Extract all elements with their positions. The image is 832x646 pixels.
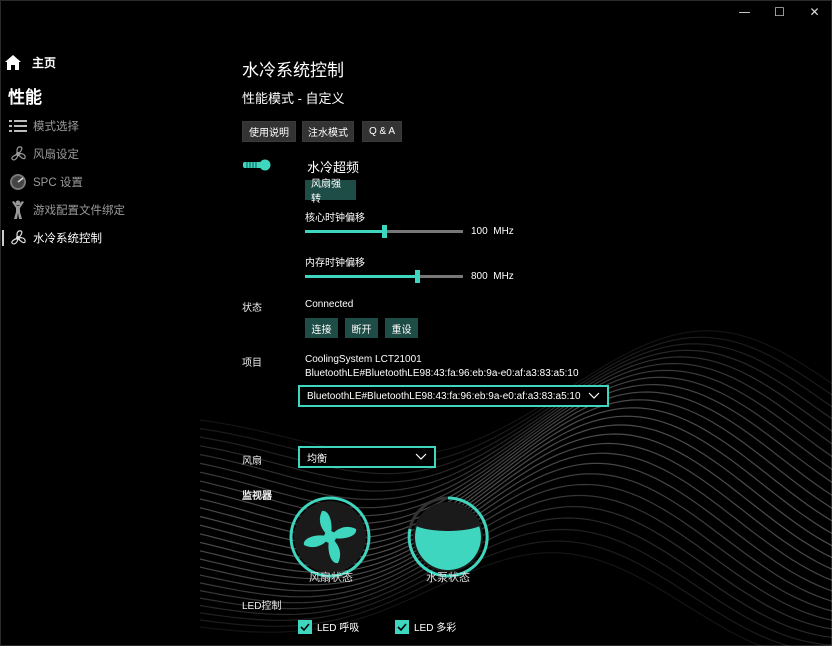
sidebar-item-label: 模式选择 [33, 121, 79, 133]
slider-thumb[interactable] [415, 270, 421, 283]
fill-water-mode-button[interactable]: 注水模式 [302, 121, 354, 142]
fan-icon [8, 228, 28, 248]
pump-status-gauge [407, 496, 489, 578]
sidebar-nav: 模式选择 风扇设定 SPC 设置 游戏配置文件绑定 水冷系统控制 [0, 112, 200, 252]
led-control-label: LED控制 [242, 601, 282, 612]
disconnect-button[interactable]: 断开 [345, 318, 378, 338]
fan-status-label: 风扇状态 [309, 572, 353, 584]
sidebar-item-label: SPC 设置 [33, 177, 83, 189]
check-icon [395, 619, 409, 634]
sidebar-item-fan[interactable]: 风扇设定 [0, 140, 200, 168]
connect-button[interactable]: 连接 [305, 318, 338, 338]
fan-status-gauge [289, 496, 371, 578]
water-level-icon [415, 525, 481, 570]
close-button[interactable]: ✕ [797, 0, 832, 24]
mem-clock-value: 800 MHz [471, 271, 514, 282]
slider-fill [305, 275, 418, 278]
home-label: 主页 [32, 56, 57, 70]
project-device-name: CoolingSystem LCT21001 [305, 354, 422, 365]
core-clock-unit: MHz [493, 226, 514, 237]
project-label: 项目 [242, 358, 262, 369]
slider-thumb[interactable] [382, 225, 387, 238]
sidebar-item-label: 游戏配置文件绑定 [33, 205, 125, 217]
led-breath-label: LED 呼吸 [317, 623, 360, 634]
led-breath-checkbox[interactable]: LED 呼吸 [298, 619, 359, 634]
monitor-label: 监视器 [242, 491, 272, 502]
page-subtitle: 性能模式 - 自定义 [242, 91, 345, 106]
slider-fill [305, 230, 384, 233]
home-icon [5, 55, 21, 70]
mem-clock-label: 内存时钟偏移 [305, 258, 365, 269]
chevron-down-icon [415, 453, 427, 460]
sidebar-home[interactable]: 主页 [4, 54, 56, 71]
sidebar-item-mode[interactable]: 模式选择 [0, 112, 200, 140]
chevron-down-icon [588, 392, 600, 399]
status-label: 状态 [242, 303, 262, 314]
overclock-toggle[interactable] [242, 158, 272, 172]
sidebar-item-label: 水冷系统控制 [33, 233, 102, 245]
sidebar-section-title: 性能 [8, 88, 42, 107]
list-icon [8, 116, 28, 136]
page-title: 水冷系统控制 [242, 61, 344, 80]
core-clock-number: 100 [471, 226, 488, 237]
device-select-value: BluetoothLE#BluetoothLE98:43:fa:96:eb:9a… [307, 390, 581, 402]
core-clock-label: 核心时钟偏移 [305, 213, 365, 224]
pump-status-label: 水泵状态 [426, 572, 470, 584]
minimize-button[interactable]: — [727, 0, 762, 24]
reset-button[interactable]: 重设 [385, 318, 418, 338]
project-device-id: BluetoothLE#BluetoothLE98:43:fa:96:eb:9a… [305, 368, 579, 379]
maximize-button[interactable]: ☐ [762, 0, 797, 24]
core-clock-slider[interactable] [305, 225, 463, 238]
sidebar-item-label: 风扇设定 [33, 149, 79, 161]
mem-clock-slider[interactable] [305, 270, 463, 283]
background-wave-line [199, 362, 832, 500]
fan-mode-select[interactable]: 均衡 [298, 446, 436, 468]
window-controls: — ☐ ✕ [727, 0, 832, 24]
fan-mode-value: 均衡 [307, 453, 327, 465]
status-value: Connected [305, 299, 354, 310]
fan-icon [8, 144, 28, 164]
device-select[interactable]: BluetoothLE#BluetoothLE98:43:fa:96:eb:9a… [298, 385, 609, 407]
qa-button[interactable]: Q & A [362, 121, 402, 142]
check-icon [298, 619, 312, 634]
manual-button[interactable]: 使用说明 [242, 121, 296, 142]
mem-clock-unit: MHz [493, 271, 514, 282]
fan-label: 风扇 [242, 456, 262, 467]
fan-boost-button[interactable]: 风扇强转 [305, 179, 356, 205]
led-multicolor-checkbox[interactable]: LED 多彩 [395, 619, 456, 634]
sidebar-item-game-profile[interactable]: 游戏配置文件绑定 [0, 196, 200, 224]
game-figure-icon [8, 200, 28, 220]
core-clock-value: 100 MHz [471, 226, 514, 237]
led-multicolor-label: LED 多彩 [414, 623, 457, 634]
sidebar-item-spc[interactable]: SPC 设置 [0, 168, 200, 196]
mem-clock-number: 800 [471, 271, 488, 282]
sidebar-item-liquid-cooling[interactable]: 水冷系统控制 [0, 224, 200, 252]
overclock-title: 水冷超频 [307, 160, 360, 175]
spc-icon [8, 172, 28, 192]
